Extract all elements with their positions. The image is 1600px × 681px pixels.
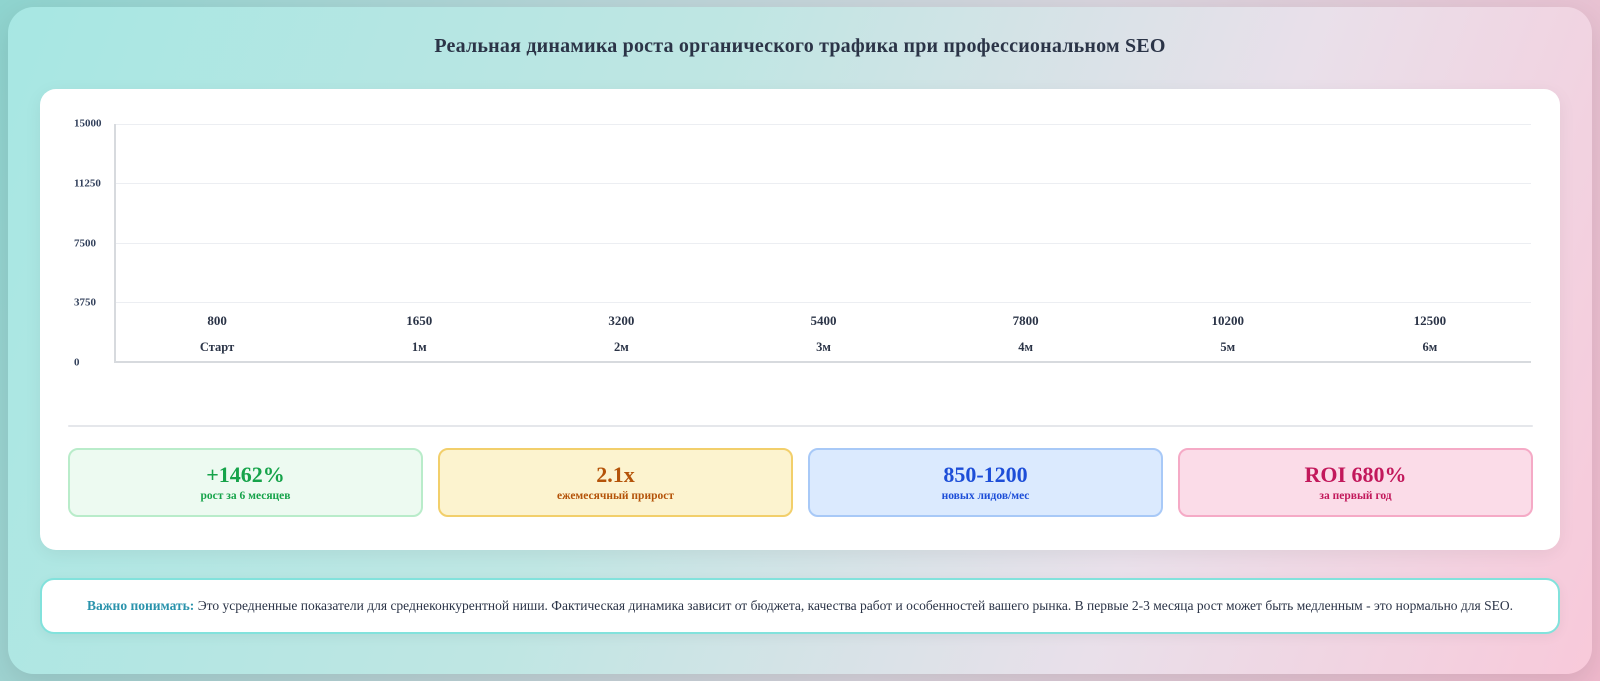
y-tick-label: 3750 [74,296,96,309]
divider [68,425,1533,427]
y-tick-label: 7500 [74,236,96,249]
gridline [116,124,1531,125]
stat-value: ROI 680% [1304,462,1407,488]
stat-value: 850-1200 [943,462,1028,488]
y-tick-label: 15000 [74,117,102,130]
category-label: 4м [1018,340,1034,354]
traffic-growth-chart: 15000 11250 7500 3750 0 800 Старт 1650 1м 3200 2м… [74,117,1531,368]
stat-label: новых лидов/мес [941,489,1030,502]
page-title: Реальная динамика роста органического тр… [434,35,1166,57]
category-label: 6м [1422,340,1438,354]
stat-label: ежемесячный прирост [557,489,674,502]
bar-value-label: 12500 [1413,313,1447,328]
note-lead: Важно понимать: [87,598,195,613]
bar-value-label: 3200 [608,313,635,328]
bar-value-label: 7800 [1012,313,1039,328]
gridline [116,301,1531,303]
stat-label: за первый год [1319,489,1392,502]
category-label: 1м [411,340,427,354]
chart-card: 15000 11250 7500 3750 0 800 Старт 1650 1м 3200 2м… [40,89,1560,550]
bar-value-label: 5400 [810,313,837,328]
disclaimer-note: Важно понимать: Это усредненные показате… [40,578,1560,634]
y-axis: 15000 11250 7500 3750 0 [74,117,114,368]
category-label: 3м [816,340,831,354]
stat-value: 2.1x [596,462,635,488]
note-text: Это усредненные показатели для среднекон… [197,598,1513,613]
stat-card-monthly: 2.1x ежемесячный прирост [438,448,793,517]
gridline [116,242,1531,244]
stat-label: рост за 6 месяцев [200,489,291,502]
y-tick-label: 11250 [74,177,101,190]
category-label: Старт [199,340,235,354]
stats-row: +1462% рост за 6 месяцев 2.1x ежемесячный п… [68,448,1533,517]
category-label: 2м [613,340,629,354]
stat-card-growth: +1462% рост за 6 месяцев [68,448,423,517]
stat-value: +1462% [206,462,285,488]
bar-value-label: 800 [207,313,227,328]
y-tick-label: 0 [74,356,80,369]
gridline [116,183,1531,185]
bar-value-label: 10200 [1211,313,1245,328]
stat-card-roi: ROI 680% за первый год [1178,448,1533,517]
category-label: 5м [1220,340,1236,354]
stat-card-leads: 850-1200 новых лидов/мес [808,448,1163,517]
bar-value-label: 1650 [406,313,433,328]
gradient-background-panel: Реальная динамика роста органического тр… [8,7,1592,674]
plot-area: 800 Старт 1650 1м 3200 2м 5400 3м 7800 4м 10200 5м 1… [114,124,1531,363]
